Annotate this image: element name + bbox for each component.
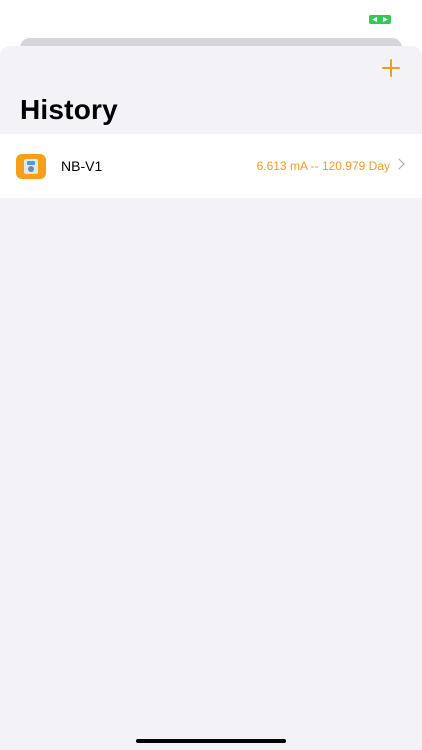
home-indicator: [136, 739, 286, 743]
app-screen: History NB-V1 6.613 mA -- 120.979 Day: [0, 0, 422, 750]
list-item-value: 6.613 mA -- 120.979 Day: [256, 159, 390, 173]
add-button[interactable]: [379, 56, 403, 80]
list-item-name: NB-V1: [61, 158, 103, 174]
page-title: History: [20, 94, 118, 125]
history-list: NB-V1 6.613 mA -- 120.979 Day: [0, 134, 422, 198]
plus-icon: [379, 56, 403, 80]
status-bar: [0, 0, 422, 36]
list-item[interactable]: NB-V1 6.613 mA -- 120.979 Day: [0, 134, 422, 198]
device-icon: [16, 154, 46, 179]
chevron-right-icon: [393, 158, 405, 170]
battery-charging-icon: [369, 15, 391, 24]
